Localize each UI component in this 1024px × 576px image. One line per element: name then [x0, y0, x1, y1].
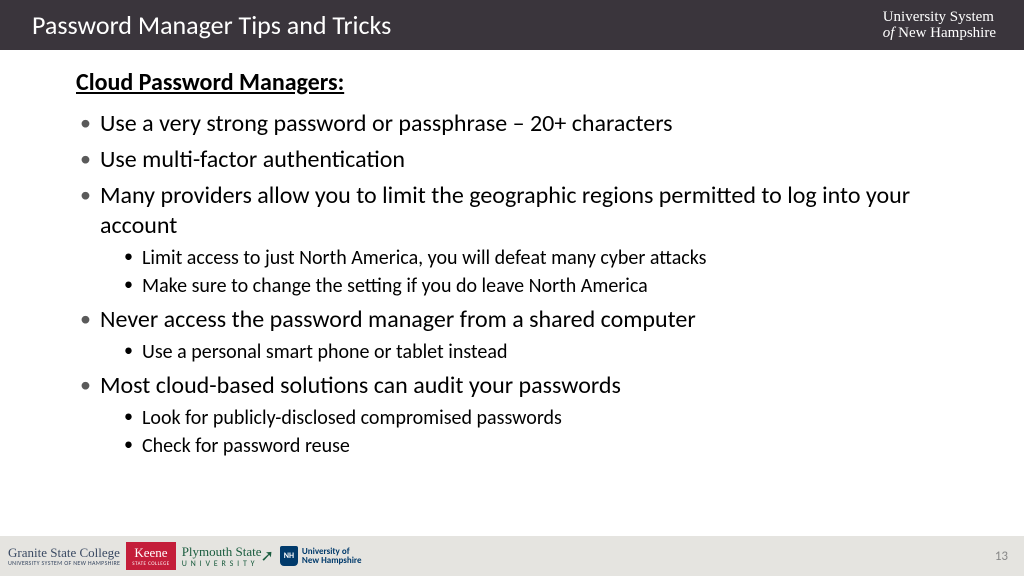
sub-list: Look for publicly-disclosed compromised …: [100, 405, 920, 459]
list-item: Many providers allow you to limit the ge…: [94, 181, 920, 299]
sub-list: Limit access to just North America, you …: [100, 245, 920, 299]
sub-list-item: Look for publicly-disclosed compromised …: [138, 405, 920, 431]
slide-title: Password Manager Tips and Tricks: [32, 9, 391, 41]
list-item-text: Use multi-factor authentication: [100, 145, 405, 174]
plymouth-state-logo: Plymouth State U N I V E R S I T Y ➚: [182, 544, 274, 569]
plymouth-swoosh-icon: ➚: [261, 546, 274, 566]
sub-list-item: Use a personal smart phone or tablet ins…: [138, 339, 920, 365]
list-item: Never access the password manager from a…: [94, 305, 920, 365]
sub-list-item: Check for password reuse: [138, 433, 920, 459]
unh-logo: NH University of New Hampshire: [280, 546, 362, 566]
list-item-text: Many providers allow you to limit the ge…: [100, 181, 910, 240]
sub-list: Use a personal smart phone or tablet ins…: [100, 339, 920, 365]
usnh-logo: University System of New Hampshire: [883, 9, 996, 42]
bullet-list: Use a very strong password or passphrase…: [76, 109, 920, 459]
list-item-text: Use a very strong password or passphrase…: [100, 109, 673, 138]
granite-state-college-logo: Granite State College UNIVERSITY SYSTEM …: [8, 546, 120, 566]
keene-state-college-logo: Keene STATE COLLEGE: [126, 542, 175, 570]
slide-footer: Granite State College UNIVERSITY SYSTEM …: [0, 536, 1024, 576]
list-item-text: Most cloud-based solutions can audit you…: [100, 371, 621, 400]
list-item: Most cloud-based solutions can audit you…: [94, 371, 920, 459]
logo-line2: of New Hampshire: [883, 25, 996, 42]
section-heading: Cloud Password Managers:: [76, 68, 920, 97]
page-number: 13: [995, 549, 1008, 564]
list-item-text: Never access the password manager from a…: [100, 305, 696, 334]
slide-body: Cloud Password Managers: Use a very stro…: [0, 50, 920, 459]
sub-list-item: Make sure to change the setting if you d…: [138, 273, 920, 299]
unh-shield-icon: NH: [280, 546, 298, 566]
sub-list-item: Limit access to just North America, you …: [138, 245, 920, 271]
logo-line1: University System: [883, 9, 996, 26]
list-item: Use a very strong password or passphrase…: [94, 109, 920, 139]
list-item: Use multi-factor authentication: [94, 145, 920, 175]
footer-logos: Granite State College UNIVERSITY SYSTEM …: [8, 542, 362, 570]
slide-header: Password Manager Tips and Tricks Univers…: [0, 0, 1024, 50]
